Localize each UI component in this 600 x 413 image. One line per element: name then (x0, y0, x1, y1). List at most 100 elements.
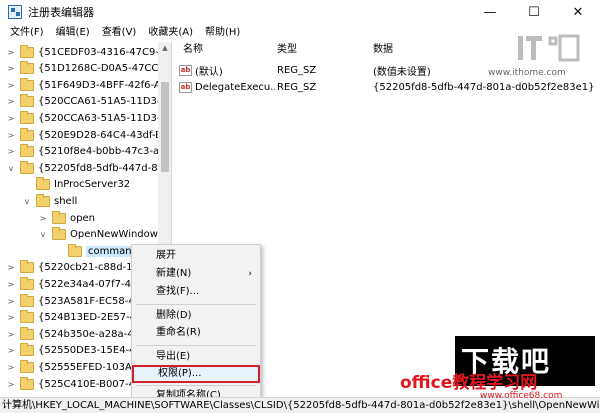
close-button[interactable]: ✕ (556, 0, 600, 24)
folder-icon (36, 193, 50, 207)
context-menu-permissions[interactable]: 权限(P)... (132, 365, 260, 383)
expand-chevron-icon[interactable]: > (6, 131, 16, 140)
tree-item[interactable]: > {525C410E-B007-4F (6, 376, 141, 392)
expand-chevron-icon[interactable]: > (6, 64, 16, 73)
collapse-chevron-icon[interactable]: v (22, 197, 32, 206)
maximize-button[interactable]: ☐ (512, 0, 556, 24)
folder-icon (20, 127, 34, 141)
tree-item[interactable]: > {51D1268C-D0A5-47CC-A (6, 61, 169, 77)
expand-chevron-icon[interactable]: > (6, 81, 16, 90)
expand-chevron-icon[interactable]: > (6, 263, 16, 272)
scroll-thumb[interactable] (161, 82, 169, 172)
tree-item-label: {522e34a4-07f7-40 (38, 278, 138, 290)
folder-icon (20, 310, 34, 324)
menu-favorites[interactable]: 收藏夹(A) (142, 24, 199, 42)
status-path: 计算机\HKEY_LOCAL_MACHINE\SOFTWARE\Classes\… (2, 400, 600, 411)
context-menu-new[interactable]: 新建(N) › (132, 265, 260, 283)
tree-item[interactable]: > {5210f8e4-b0bb-47c3-a8 (6, 144, 166, 160)
menu-separator (136, 385, 256, 386)
expand-chevron-icon[interactable]: > (6, 147, 16, 156)
tree-item[interactable]: > {520CCA61-51A5-11D3-91 (6, 94, 172, 110)
context-menu-find[interactable]: 查找(F)... (132, 283, 260, 301)
tree-item-label: {524B13ED-2E57-40 (38, 312, 143, 324)
context-menu-label: 删除(D) (156, 310, 192, 321)
folder-icon (52, 227, 66, 241)
menu-file[interactable]: 文件(F) (4, 24, 50, 42)
tree-item[interactable]: v shell (22, 193, 77, 209)
context-menu-rename[interactable]: 重命名(R) (132, 324, 260, 342)
menu-separator (136, 345, 256, 346)
value-name: (默认) (195, 66, 223, 78)
regedit-app-icon (8, 5, 22, 19)
folder-icon (20, 61, 34, 75)
tree-item-label: {52205fd8-5dfb-447d-801 (38, 162, 171, 174)
expand-chevron-icon[interactable]: > (6, 363, 16, 372)
context-menu-export[interactable]: 导出(E) (132, 348, 260, 366)
menu-help[interactable]: 帮助(H) (199, 24, 246, 42)
menu-view[interactable]: 查看(V) (96, 24, 143, 42)
expand-chevron-icon[interactable]: > (6, 48, 16, 57)
tree-item[interactable]: > open (38, 210, 95, 226)
tree-item-label: open (70, 212, 95, 224)
tree-item[interactable]: > {524B13ED-2E57-40 (6, 310, 142, 326)
folder-icon (20, 293, 34, 307)
tree-item[interactable]: > {524b350e-a28a-42 (6, 326, 140, 342)
office-watermark-url: www.office68.com (480, 391, 563, 401)
title-bar: 注册表编辑器 — ☐ ✕ (0, 0, 600, 24)
context-menu-label: 导出(E) (156, 351, 191, 362)
tree-item[interactable]: > {522e34a4-07f7-40 (6, 276, 137, 292)
ithome-logo (518, 34, 580, 62)
tree-item-label: {520CCA61-51A5-11D3-91 (38, 96, 172, 108)
context-menu-delete[interactable]: 删除(D) (132, 307, 260, 325)
tree-item[interactable]: v OpenNewWindow (38, 227, 158, 243)
collapse-chevron-icon[interactable]: v (6, 164, 16, 173)
tree-item[interactable]: > {523A581F-EC58-40 (6, 293, 141, 309)
tree-item-label: {520CCA63-51A5-11D3-91 (38, 112, 172, 124)
context-menu-label: 重命名(R) (156, 327, 201, 338)
folder-icon (20, 94, 34, 108)
tree-item[interactable]: > {520CCA63-51A5-11D3-91 (6, 110, 172, 126)
folder-icon (20, 110, 34, 124)
context-menu-label: 展开 (156, 250, 176, 261)
folder-icon (20, 276, 34, 290)
column-header-data[interactable]: 数据 (373, 42, 393, 58)
expand-chevron-icon[interactable]: > (38, 214, 48, 223)
context-menu-label: 查找(F)... (156, 286, 200, 297)
expand-chevron-icon[interactable]: > (6, 346, 16, 355)
value-type: REG_SZ (277, 81, 317, 93)
tree-item[interactable]: > {52555EFED-103A-44 (6, 359, 148, 375)
value-row[interactable]: ab DelegateExecu... REG_SZ {52205fd8-5df… (175, 79, 600, 95)
tree-item[interactable]: command (54, 243, 140, 259)
tree-item[interactable]: > {51F649D3-4BFF-42f6-A25 (6, 77, 171, 93)
tree-item[interactable]: > {5220cb21-c88d-11 (6, 260, 139, 276)
minimize-button[interactable]: — (468, 0, 512, 24)
string-value-icon: ab (179, 81, 192, 93)
tree-item[interactable]: > {51CEDF03-4316-47C9-81 (6, 44, 172, 60)
expand-chevron-icon[interactable]: > (6, 297, 16, 306)
column-header-name[interactable]: 名称 (183, 42, 203, 58)
collapse-chevron-icon[interactable]: v (38, 230, 48, 239)
expand-chevron-icon[interactable]: > (6, 114, 16, 123)
menu-separator (136, 304, 256, 305)
folder-icon (20, 326, 34, 340)
window-title: 注册表编辑器 (28, 6, 94, 19)
tree-item-label: {524b350e-a28a-42 (38, 328, 140, 340)
expand-chevron-icon[interactable]: > (6, 280, 16, 289)
context-menu: 展开 新建(N) › 查找(F)... 删除(D) 重命名(R) 导出(E) 权限… (131, 244, 261, 404)
expand-chevron-icon[interactable]: > (6, 330, 16, 339)
folder-icon (20, 44, 34, 58)
expand-chevron-icon[interactable]: > (6, 97, 16, 106)
submenu-arrow-icon: › (248, 269, 252, 279)
menu-edit[interactable]: 编辑(E) (50, 24, 96, 42)
tree-item[interactable]: InProcServer32 (22, 177, 130, 193)
scroll-up-arrow-icon[interactable]: ▲ (158, 42, 171, 54)
column-header-type[interactable]: 类型 (277, 42, 297, 58)
tree-item-label: {51CEDF03-4316-47C9-81 (38, 46, 172, 58)
expand-chevron-icon[interactable]: > (6, 380, 16, 389)
office-watermark-text: office教程学习网 (400, 373, 538, 393)
tree-item[interactable]: v {52205fd8-5dfb-447d-801 (6, 160, 170, 176)
tree-item[interactable]: > {52550DE3-15E4-4E (6, 343, 142, 359)
expand-chevron-icon[interactable]: > (6, 313, 16, 322)
tree-item[interactable]: > {520E9D28-64C4-43df-BE (6, 127, 168, 143)
context-menu-expand[interactable]: 展开 (132, 247, 260, 265)
